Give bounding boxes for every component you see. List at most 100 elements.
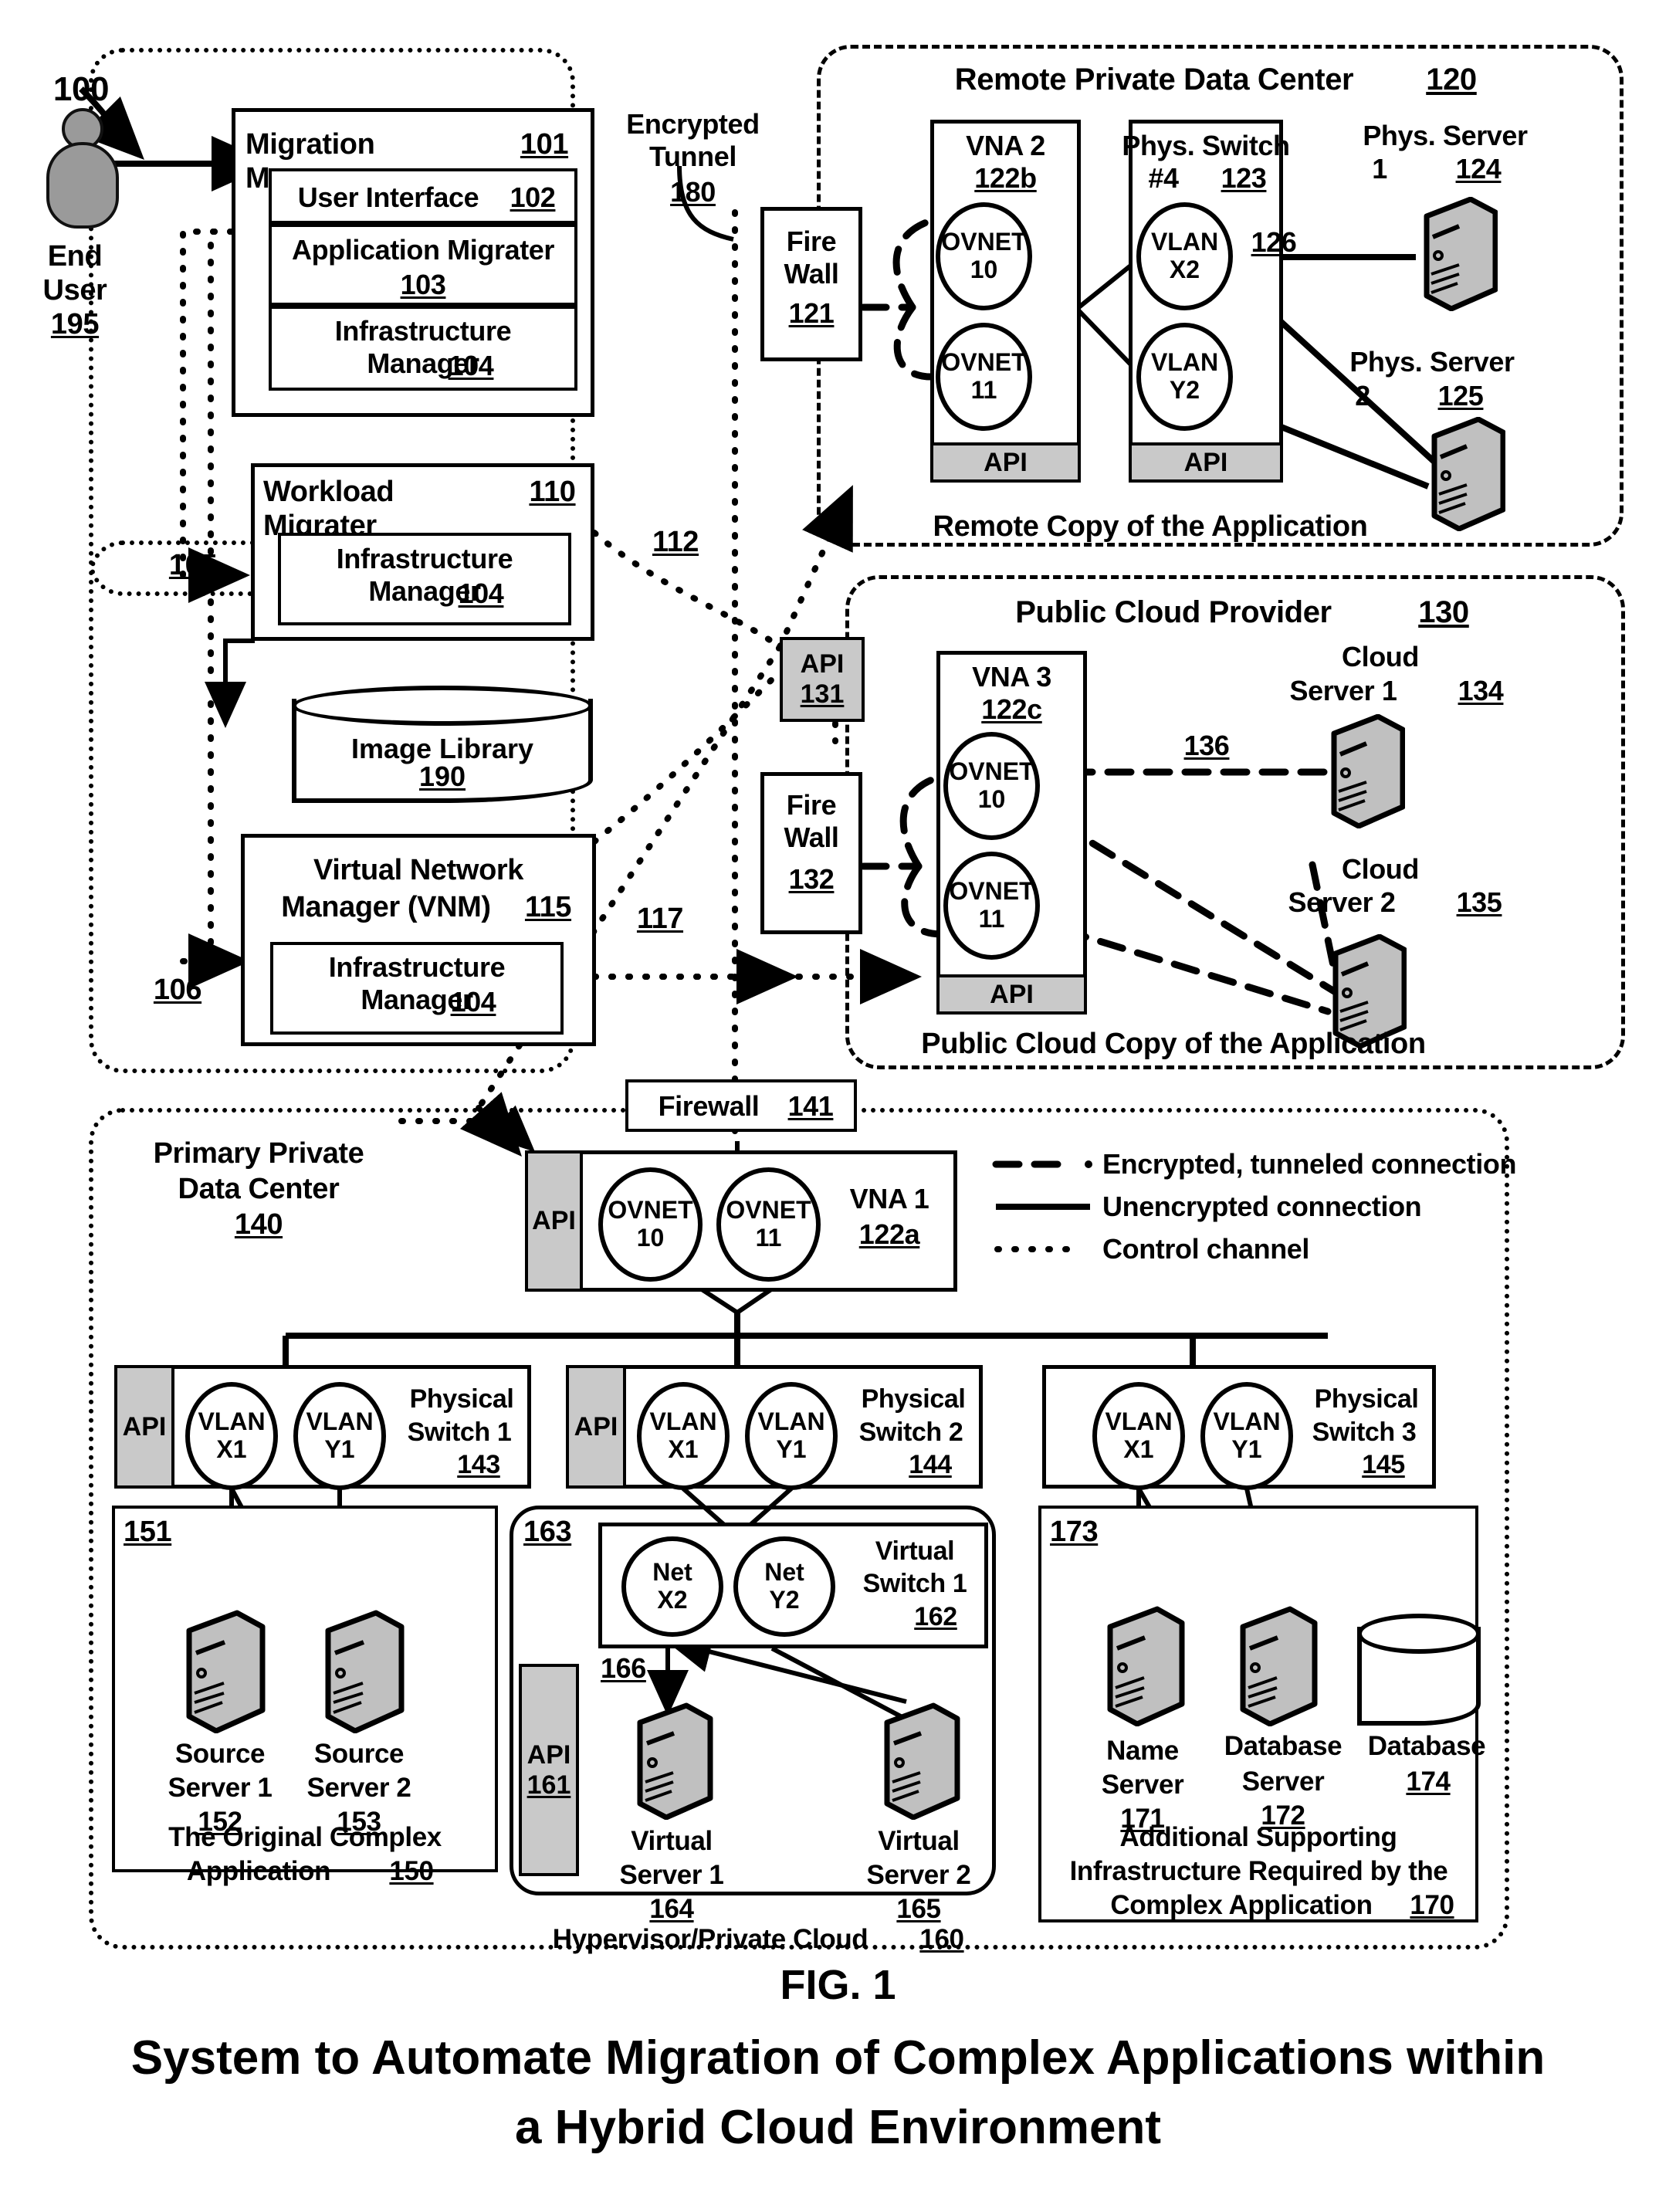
vna2-ref: 122b	[974, 162, 1037, 194]
ref-126: 126	[1251, 226, 1297, 258]
phys-server-2-label: Phys. Server	[1349, 346, 1515, 378]
hypervisor-caption: Hypervisor/Private Cloud	[552, 1924, 868, 1954]
remote-dc-title: Remote Private Data Center	[954, 63, 1354, 97]
figure-number: FIG. 1	[780, 1962, 896, 2008]
cloud-server-1-label2: Server 1	[1289, 675, 1397, 706]
source-server-2-label2: Server 2	[306, 1773, 411, 1803]
infrastructure-manager-label-1: Infrastructure Manager	[334, 315, 512, 379]
supporting-caption-line3: Complex Application	[1110, 1890, 1373, 1920]
phys-switch-3-label2: Switch 3	[1312, 1418, 1417, 1447]
workload-migrater-ref: 110	[529, 476, 576, 508]
vna3-ovnet-10: OVNET 10	[943, 732, 1040, 840]
phys-server-1-ref: 124	[1455, 153, 1502, 185]
primary-dc-title-line1: Primary Private	[153, 1137, 364, 1170]
vna3-api-bar[interactable]: API	[936, 974, 1087, 1015]
database-label: Database	[1367, 1731, 1486, 1761]
original-app-caption-line2: Application	[186, 1856, 331, 1886]
phys-switch-1-api-bar[interactable]: API	[114, 1365, 174, 1489]
phys-switch-4-vlan-x2: VLAN X2	[1136, 202, 1233, 310]
ref-136: 136	[1183, 730, 1230, 761]
cloud-server-2-label: Cloud	[1342, 853, 1419, 885]
vna1-ovnet-10: OVNET 10	[598, 1167, 703, 1282]
phys-server-2-label2: 2	[1355, 380, 1370, 412]
api-161-ref: 161	[527, 1770, 571, 1800]
api-131-ref: 131	[800, 679, 845, 709]
source-server-1-label: Source	[174, 1739, 266, 1769]
database-server-label: Database	[1224, 1731, 1342, 1761]
remote-dc-ref: 120	[1426, 63, 1477, 97]
public-cloud-title: Public Cloud Provider	[1015, 595, 1332, 629]
cloud-server-1-icon	[1320, 713, 1406, 829]
legend-label-unencrypted: Unencrypted connection	[1102, 1191, 1422, 1222]
source-server-1-icon	[174, 1610, 266, 1734]
api-131-box[interactable]: API 131	[780, 637, 865, 722]
phys-switch-1-vlan-x1: VLAN X1	[185, 1382, 278, 1490]
phys-switch-4-api-bar[interactable]: API	[1129, 442, 1283, 483]
ref-105: 105	[168, 549, 218, 581]
image-library-ref: 190	[418, 760, 466, 793]
cloud-server-2-label2: Server 2	[1288, 886, 1396, 918]
phys-switch-1-label: Physical	[409, 1384, 514, 1414]
name-server-icon	[1095, 1606, 1186, 1727]
phys-server-2-ref: 125	[1437, 380, 1484, 412]
phys-switch-2-label2: Switch 2	[858, 1418, 963, 1447]
firewall-132-ref: 132	[788, 863, 835, 895]
figure-title-line2: a Hybrid Cloud Environment	[514, 2101, 1162, 2154]
vna1-api-bar[interactable]: API	[525, 1150, 583, 1292]
phys-switch-4-vlan-y2: VLAN Y2	[1136, 323, 1233, 431]
api-161-bar[interactable]: API 161	[519, 1664, 579, 1876]
phys-switch-2-label: Physical	[861, 1384, 966, 1414]
name-server-label2: Server	[1101, 1770, 1184, 1800]
firewall-132-label: Fire Wall	[784, 789, 839, 853]
phys-switch-3-label: Physical	[1314, 1384, 1419, 1414]
database-cylinder	[1357, 1614, 1481, 1726]
public-cloud-caption: Public Cloud Copy of the Application	[921, 1028, 1426, 1060]
database-server-icon	[1227, 1606, 1319, 1727]
phys-server-1-label: Phys. Server	[1363, 120, 1528, 151]
vnm-title-line1: Virtual Network	[313, 854, 524, 886]
supporting-caption-line1: Additional Supporting	[1119, 1822, 1397, 1852]
user-interface-ref: 102	[510, 181, 556, 213]
remote-dc-caption: Remote Copy of the Application	[933, 510, 1368, 543]
database-ref: 174	[1406, 1767, 1451, 1797]
ref-166: 166	[601, 1652, 646, 1684]
phys-switch-4-label2: #4	[1148, 162, 1179, 194]
virtual-switch-1-label: Virtual	[875, 1536, 955, 1566]
end-user-label: End User	[42, 240, 107, 307]
end-user-avatar	[40, 108, 119, 232]
infrastructure-manager-ref-2: 104	[458, 578, 504, 609]
database-server-label2: Server	[1241, 1767, 1325, 1797]
figure-title-line1: System to Automate Migration of Complex …	[130, 2031, 1546, 2085]
infrastructure-manager-label-3: Infrastructure Manager	[328, 951, 506, 1015]
vna2-ovnet-11: OVNET 11	[936, 323, 1032, 431]
firewall-141-ref: 141	[787, 1090, 834, 1122]
phys-switch-3-vlan-x1: VLAN X1	[1092, 1382, 1185, 1490]
virtual-server-1-ref: 164	[649, 1894, 694, 1924]
vna1-label: VNA 1	[849, 1183, 929, 1214]
ref-106: 106	[153, 974, 202, 1006]
phys-switch-2-vlan-x1: VLAN X1	[637, 1382, 730, 1490]
application-migrater-label: Application Migrater	[291, 234, 555, 266]
primary-dc-title-line2: Data Center	[178, 1173, 340, 1205]
ref-100: 100	[52, 70, 110, 108]
phys-switch-2-api-bar[interactable]: API	[566, 1365, 626, 1489]
phys-switch-3-ref: 145	[1362, 1450, 1405, 1479]
source-server-2-label: Source	[313, 1739, 405, 1769]
infrastructure-manager-ref-3: 104	[450, 986, 496, 1018]
vna3-label: VNA 3	[972, 661, 1051, 693]
user-interface-label: User Interface	[297, 181, 479, 213]
vna2-api-bar[interactable]: API	[930, 442, 1081, 483]
cloud-server-1-ref: 134	[1458, 675, 1504, 706]
original-app-caption-line1: The Original Complex	[168, 1822, 442, 1852]
vna3-ref: 122c	[981, 693, 1042, 725]
phys-switch-2-ref: 144	[909, 1450, 952, 1479]
phys-switch-4-label: Phys. Switch	[1122, 130, 1290, 161]
name-server-label: Name	[1106, 1736, 1179, 1766]
api-161-label: API	[527, 1739, 571, 1770]
cloud-server-2-ref: 135	[1456, 886, 1502, 918]
firewall-141-label: Firewall	[658, 1090, 760, 1122]
image-library-label: Image Library	[350, 732, 534, 764]
infrastructure-manager-label-2: Infrastructure Manager	[336, 543, 513, 607]
vna1-ovnet-11: OVNET 11	[716, 1167, 821, 1282]
phys-switch-4-ref: 123	[1221, 162, 1267, 194]
